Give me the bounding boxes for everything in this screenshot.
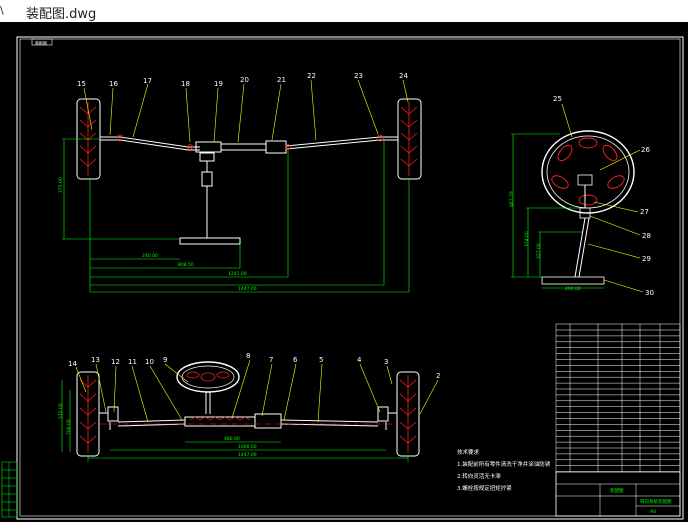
dim-1000: 1000.00	[238, 444, 257, 450]
callout-21: 21	[277, 76, 286, 84]
note-line-3: 3.螺栓按规定扭矩拧紧	[457, 484, 512, 492]
drawing-svg: 装配图 15 16 17 18 19 20 21 22 23 24 375.00…	[1, 36, 684, 520]
corner-tag: 装配图	[35, 40, 47, 46]
dim-1447-b: 1447.00	[238, 452, 257, 458]
callout-labels-side: 25 26 27 28 29 30	[553, 95, 654, 297]
callout-10: 10	[145, 358, 154, 366]
callout-16: 16	[109, 80, 118, 88]
dim-text-top: 375.00 240.00 808.50 1241.00 1447.00	[58, 177, 257, 292]
steering-wheel-front	[176, 361, 240, 414]
leaders-top	[83, 79, 409, 143]
steering-wheel-side	[541, 130, 635, 285]
dim-808: 808.50	[178, 262, 194, 268]
note-line-1: 1.装配前所有零件清洗干净并涂油防锈	[457, 460, 551, 468]
dim-1447: 1447.00	[238, 286, 257, 292]
callout-labels-top: 15 16 17 18 19 20 21 22 23 24	[77, 72, 408, 88]
left-tire-bottom	[76, 371, 100, 457]
dim-327: 327.00	[536, 243, 542, 259]
dim-510: 510.00	[58, 403, 64, 419]
callout-6: 6	[293, 356, 298, 364]
callout-28: 28	[642, 232, 651, 240]
callout-5: 5	[319, 356, 323, 364]
leaders-bottom	[75, 359, 439, 423]
callout-4: 4	[357, 356, 362, 364]
dim-375: 375.00	[58, 177, 64, 193]
callout-27: 27	[640, 208, 649, 216]
callout-30: 30	[645, 289, 654, 297]
tie-rod-assembly-top	[100, 136, 398, 245]
dim-1241: 1241.00	[228, 271, 247, 277]
dim-240: 240.00	[142, 253, 158, 259]
callout-22: 22	[307, 72, 316, 80]
callout-12: 12	[111, 358, 120, 366]
callout-13: 13	[91, 356, 100, 364]
dimensions-top	[62, 138, 410, 293]
callout-23: 23	[354, 72, 363, 80]
note-line-2: 2.转向灵活无卡滞	[457, 472, 501, 480]
callout-labels-bottom: 14 13 12 11 10 9 8 7 6 5 4 3 2 1	[68, 352, 440, 380]
inner-frame	[19, 38, 681, 517]
callout-15: 15	[77, 80, 86, 88]
tab-fragment[interactable]: \	[0, 4, 4, 17]
right-tire-top	[397, 98, 422, 180]
dim-467: 467.79	[509, 191, 515, 207]
technical-notes: 技术要求 1.装配前所有零件清洗干净并涂油防锈 2.转向灵活无卡滞 3.螺栓按规…	[457, 448, 551, 492]
callout-20: 20	[240, 76, 249, 84]
callout-3: 3	[384, 358, 388, 366]
title-block: 转向系统装配图 装配图 A0	[555, 471, 681, 517]
dim-700: 700.00	[66, 419, 72, 435]
callout-18: 18	[181, 80, 190, 88]
callout-9: 9	[163, 356, 167, 364]
left-legend	[1, 461, 18, 518]
callout-29: 29	[642, 255, 651, 263]
dim-480: 480.00	[224, 436, 240, 442]
drawing-name: 转向系统装配图	[640, 498, 672, 505]
callout-24: 24	[399, 72, 408, 80]
callout-26: 26	[641, 146, 650, 154]
callout-11: 11	[128, 358, 137, 366]
sheet-size: A0	[650, 509, 656, 515]
callout-17: 17	[143, 77, 152, 85]
drawing-frame	[16, 36, 684, 520]
notes-heading: 技术要求	[457, 448, 480, 456]
dim-490: 490.00	[565, 286, 581, 292]
callout-14: 14	[68, 360, 77, 368]
callout-25: 25	[553, 95, 562, 103]
right-tire-bottom	[396, 371, 420, 457]
callout-7: 7	[269, 356, 273, 364]
dim-374: 374.00	[524, 231, 530, 247]
document-title[interactable]: 装配图.dwg	[26, 3, 96, 22]
cad-canvas[interactable]: 装配图 15 16 17 18 19 20 21 22 23 24 375.00…	[0, 22, 688, 522]
callout-8: 8	[246, 352, 250, 360]
school-name: 装配图	[610, 487, 624, 494]
parts-list	[555, 323, 681, 517]
window-titlebar: \ 装配图.dwg	[0, 0, 688, 23]
callout-19: 19	[214, 80, 223, 88]
callout-2: 2	[436, 372, 440, 380]
